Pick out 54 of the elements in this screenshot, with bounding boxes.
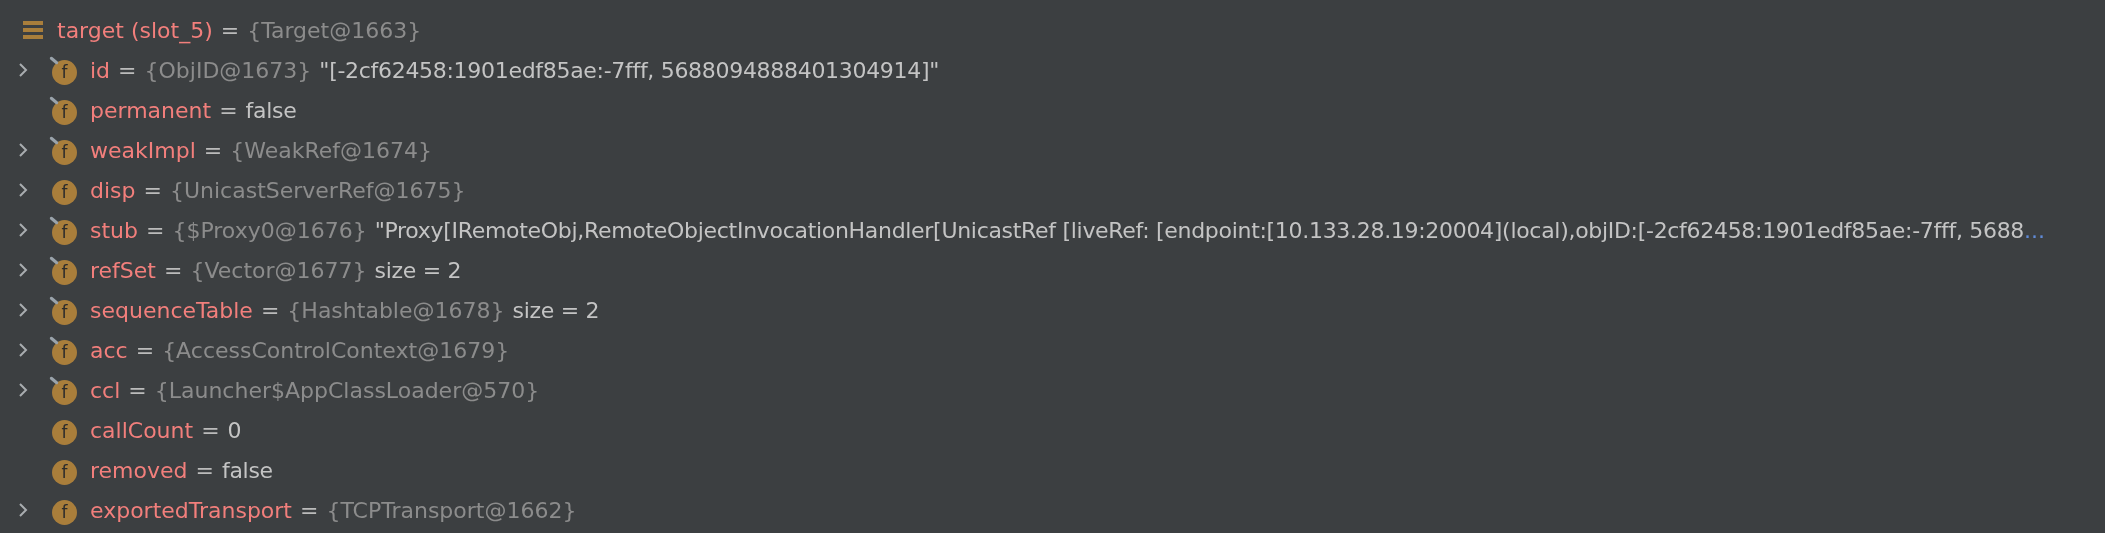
expand-icon[interactable] — [18, 302, 28, 318]
field-type: {TCPTransport@1662} — [326, 497, 577, 523]
field-name: weakImpl — [90, 137, 196, 163]
field-name: ccl — [90, 377, 121, 403]
field-value: size = 2 — [512, 297, 600, 323]
equals-sign: = — [118, 57, 137, 83]
equals-sign: = — [219, 97, 238, 123]
variable-name: target (slot_5) — [57, 17, 213, 43]
equals-sign: = — [300, 497, 319, 523]
expand-icon[interactable] — [18, 62, 28, 78]
equals-sign: = — [201, 417, 220, 443]
equals-sign: = — [203, 137, 223, 163]
field-type: {Hashtable@1678} — [287, 297, 505, 323]
field-name: callCount — [90, 417, 194, 443]
field-value: size = 2 — [374, 257, 462, 283]
field-type: {$Proxy0@1676} — [172, 217, 367, 243]
field-type: {WeakRef@1674} — [230, 137, 432, 163]
expand-icon[interactable] — [18, 142, 28, 158]
field-value: false — [245, 97, 297, 123]
ellipsis-link[interactable]: ... — [2024, 217, 2046, 243]
field-name: permanent — [90, 97, 212, 123]
field-name: stub — [90, 217, 138, 243]
equals-sign: = — [128, 377, 147, 403]
field-type: {ObjID@1673} — [144, 57, 312, 83]
field-type: {Vector@1677} — [190, 257, 367, 283]
variable-type: {Target@1663} — [247, 17, 422, 43]
field-name: refSet — [90, 257, 156, 283]
expand-icon[interactable] — [18, 342, 28, 358]
equals-sign: = — [220, 17, 240, 43]
field-value: false — [221, 457, 273, 483]
field-name: sequenceTable — [90, 297, 253, 323]
equals-sign: = — [195, 457, 214, 483]
field-value: 0 — [227, 417, 242, 443]
equals-sign: = — [143, 177, 162, 203]
expand-icon[interactable] — [18, 382, 28, 398]
expand-icon[interactable] — [18, 502, 28, 518]
equals-sign: = — [163, 257, 183, 283]
expand-icon[interactable] — [18, 262, 28, 278]
expand-icon[interactable] — [18, 182, 28, 198]
field-name: exportedTransport — [90, 497, 292, 523]
field-name: removed — [90, 457, 188, 483]
variable-icon — [23, 21, 43, 39]
equals-sign: = — [146, 217, 165, 243]
equals-sign: = — [135, 337, 155, 363]
field-value: "[-2cf62458:1901edf85ae:-7fff, 5688094888401304914]" — [319, 57, 940, 83]
field-name: id — [90, 57, 111, 83]
field-name: disp — [90, 177, 136, 203]
equals-sign: = — [260, 297, 280, 323]
field-value: "Proxy[IRemoteObj,RemoteObjectInvocationHandler[UnicastRef [liveRef: [endpoint:[10.133.28.19:20004](local),objID:[-2cf62458:1901edf85ae:-7fff, 5688 — [374, 217, 2025, 243]
field-type: {UnicastServerRef@1675} — [169, 177, 466, 203]
field-name: acc — [90, 337, 128, 363]
field-type: {AccessControlContext@1679} — [162, 337, 510, 363]
expand-icon[interactable] — [18, 222, 28, 238]
field-type: {Launcher$AppClassLoader@570} — [154, 377, 540, 403]
